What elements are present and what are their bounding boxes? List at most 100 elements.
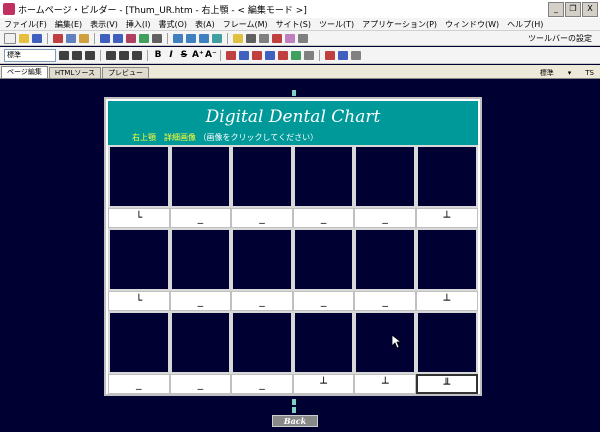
- tooth-image[interactable]: [292, 145, 355, 208]
- tab-preview[interactable]: プレビュー: [102, 67, 150, 78]
- redo-icon[interactable]: [113, 33, 123, 43]
- tooth-image[interactable]: [169, 145, 232, 208]
- menu-tools[interactable]: ツール(T): [315, 19, 358, 30]
- menu-application[interactable]: アプリケーション(P): [358, 19, 441, 30]
- tab-html-source[interactable]: HTMLソース: [48, 67, 102, 78]
- menu-frame[interactable]: フレーム(M): [219, 19, 272, 30]
- tooth-label-selected[interactable]: ╨: [415, 374, 478, 394]
- preview-icon[interactable]: [199, 33, 209, 43]
- menu-file[interactable]: ファイル(F): [0, 19, 51, 30]
- menu-view[interactable]: 表示(V): [86, 19, 122, 30]
- tooth-image[interactable]: [354, 145, 416, 208]
- more-icon[interactable]: [351, 50, 361, 60]
- align-center-icon[interactable]: [72, 50, 82, 60]
- properties-icon[interactable]: [298, 33, 308, 43]
- font-select[interactable]: 標準: [4, 48, 56, 62]
- save-icon[interactable]: [32, 33, 42, 43]
- color-icon[interactable]: [272, 33, 282, 43]
- document-area: Digital Dental Chart 右上顎 詳細画像 （画像をクリックして…: [0, 79, 600, 432]
- font-size-up-button[interactable]: A⁺: [192, 50, 204, 60]
- menu-table[interactable]: 表(A): [191, 19, 219, 30]
- tooth-image[interactable]: [292, 311, 355, 374]
- tooth-image[interactable]: [231, 228, 293, 291]
- table-icon[interactable]: [152, 33, 162, 43]
- restore-button[interactable]: ❐: [565, 2, 581, 17]
- format-toolbar: 標準 B I S A⁺ A⁻: [0, 47, 600, 64]
- indent-icon[interactable]: [132, 50, 142, 60]
- tooth-image[interactable]: [108, 145, 170, 208]
- tab-page-edit[interactable]: ページ編集: [1, 66, 48, 78]
- menu-bar: ファイル(F) 編集(E) 表示(V) 挿入(I) 書式(O) 表(A) フレー…: [0, 18, 600, 31]
- merge-icon[interactable]: [278, 50, 288, 60]
- layout-icon[interactable]: [186, 33, 196, 43]
- tooth-grid: └ _ _ _ _ ┴ └ _ _ _ _ ┴ _ _ _ ┴ ┴ ╨: [108, 145, 478, 394]
- back-button[interactable]: Back: [272, 415, 318, 427]
- button-icon[interactable]: [338, 50, 348, 60]
- style-indicator[interactable]: 標準: [540, 68, 554, 78]
- new-page-icon[interactable]: [4, 32, 16, 44]
- tooth-image[interactable]: [354, 228, 416, 291]
- row-icon[interactable]: [252, 50, 262, 60]
- undo-icon[interactable]: [100, 33, 110, 43]
- menu-insert[interactable]: 挿入(I): [122, 19, 155, 30]
- close-button[interactable]: X: [582, 2, 598, 17]
- tooth-label: └: [108, 291, 170, 311]
- link-icon[interactable]: [126, 33, 136, 43]
- menu-window[interactable]: ウィンドウ(W): [441, 19, 503, 30]
- mouse-pointer-icon: [392, 335, 402, 349]
- open-folder-icon[interactable]: [19, 33, 29, 43]
- cell-icon[interactable]: [239, 50, 249, 60]
- image-icon[interactable]: [139, 33, 149, 43]
- view-tab-bar: ページ編集 HTMLソース プレビュー 標準 ▾ TS: [0, 65, 600, 79]
- tooth-image[interactable]: [231, 145, 293, 208]
- bold-button[interactable]: B: [153, 50, 163, 60]
- border-icon[interactable]: [304, 50, 314, 60]
- tooth-image[interactable]: [354, 311, 416, 374]
- chart-header: Digital Dental Chart 右上顎 詳細画像 （画像をクリックして…: [108, 101, 478, 145]
- tooth-label: _: [108, 374, 170, 394]
- tooth-label: _: [169, 291, 232, 311]
- align-right-icon[interactable]: [85, 50, 95, 60]
- tooth-label: _: [354, 208, 416, 228]
- tooth-image[interactable]: [169, 311, 232, 374]
- column-icon[interactable]: [265, 50, 275, 60]
- paste-icon[interactable]: [79, 33, 89, 43]
- minimize-button[interactable]: _: [548, 2, 564, 17]
- numbered-list-icon[interactable]: [119, 50, 129, 60]
- publish-icon[interactable]: [212, 33, 222, 43]
- list-icon[interactable]: [106, 50, 116, 60]
- cut-icon[interactable]: [53, 33, 63, 43]
- app-icon: [3, 3, 15, 15]
- tooth-image[interactable]: [415, 311, 478, 374]
- menu-site[interactable]: サイト(S): [272, 19, 315, 30]
- copy-icon[interactable]: [66, 33, 76, 43]
- style-icon[interactable]: [285, 33, 295, 43]
- split-icon[interactable]: [291, 50, 301, 60]
- tooth-label: _: [231, 374, 293, 394]
- tooth-image[interactable]: [415, 228, 478, 291]
- toolbar-settings-label[interactable]: ツールバーの設定: [528, 33, 592, 44]
- tooth-label: └: [108, 208, 170, 228]
- font-size-down-button[interactable]: A⁻: [205, 50, 217, 60]
- menu-help[interactable]: ヘルプ(H): [503, 19, 547, 30]
- tooth-image[interactable]: [108, 311, 170, 374]
- tooth-image[interactable]: [415, 145, 478, 208]
- align-left-icon[interactable]: [59, 50, 69, 60]
- tooth-image[interactable]: [231, 311, 293, 374]
- style-dropdown[interactable]: ▾: [568, 68, 572, 78]
- pencil-icon[interactable]: [233, 33, 243, 43]
- align-icon[interactable]: [246, 33, 256, 43]
- italic-button[interactable]: I: [166, 50, 176, 60]
- strike-button[interactable]: S: [179, 50, 189, 60]
- form-icon[interactable]: [325, 50, 335, 60]
- menu-edit[interactable]: 編集(E): [51, 19, 86, 30]
- tooth-image[interactable]: [108, 228, 170, 291]
- tooth-image[interactable]: [169, 228, 232, 291]
- tooth-label: ┴: [415, 208, 478, 228]
- tooth-image[interactable]: [292, 228, 355, 291]
- menu-format[interactable]: 書式(O): [154, 19, 191, 30]
- table-insert-icon[interactable]: [226, 50, 236, 60]
- tooth-label: ┴: [292, 374, 355, 394]
- line-icon[interactable]: [259, 33, 269, 43]
- frame-icon[interactable]: [173, 33, 183, 43]
